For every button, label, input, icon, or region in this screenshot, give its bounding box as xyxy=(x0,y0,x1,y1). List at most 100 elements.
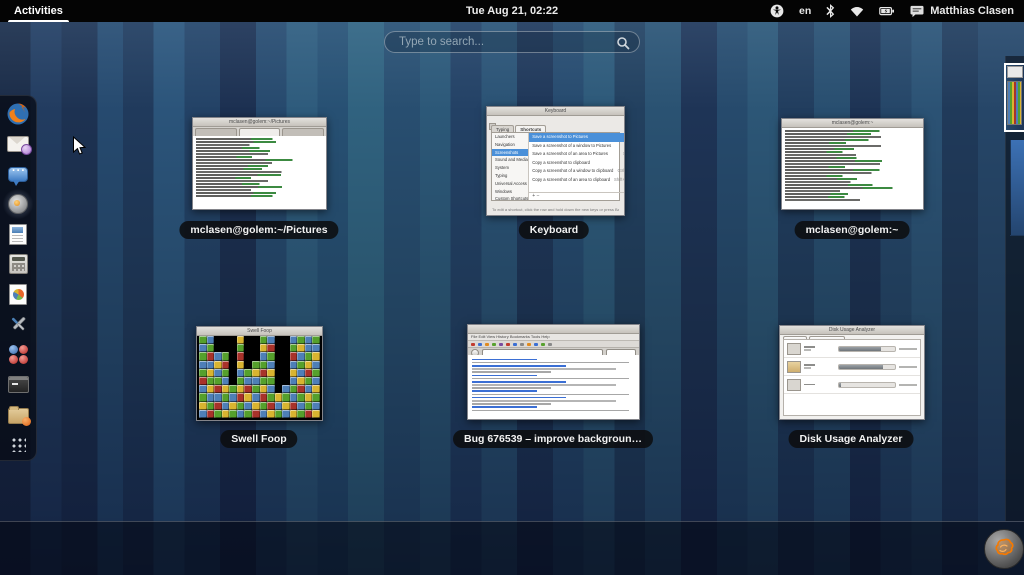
window-firefox-bugzilla[interactable]: File Edit View History Bookmarks Tools H… xyxy=(467,324,640,420)
empathy-chat-icon xyxy=(8,165,28,186)
folder-icon xyxy=(7,405,31,426)
rhythmbox-icon xyxy=(8,194,28,214)
terminal-icon xyxy=(7,375,29,393)
workspace-thumbnail-active[interactable] xyxy=(1004,63,1024,132)
size-text xyxy=(899,365,917,368)
shortcut-row[interactable]: Save a screenshot of an area to Pictures… xyxy=(529,150,624,159)
volume-row[interactable] xyxy=(784,358,920,376)
category-item[interactable]: Launchers xyxy=(492,133,528,141)
window-title-label: mclasen@golem:~ xyxy=(794,221,910,239)
window-titlebar: Disk Usage Analyzer xyxy=(780,326,924,335)
usage-bar xyxy=(838,381,896,388)
writer-document-icon xyxy=(9,223,27,245)
window-title-label: Swell Foop xyxy=(220,430,298,448)
top-bar: Activities Tue Aug 21, 02:22 en Matthias… xyxy=(0,0,1024,22)
activities-button[interactable]: Activities xyxy=(8,0,69,22)
message-tray-notification-button[interactable] xyxy=(984,529,1024,569)
dock-item-swell-foop[interactable] xyxy=(5,342,31,366)
computer-icon xyxy=(787,342,801,355)
search-icon xyxy=(617,37,630,50)
dock-item-files[interactable] xyxy=(5,402,31,426)
window-terminal-pictures[interactable]: mclasen@golem:~/Pictures xyxy=(192,117,327,210)
accessibility-icon[interactable] xyxy=(770,4,784,18)
dock-item-evolution[interactable] xyxy=(5,132,32,156)
mini-game-window xyxy=(1007,81,1022,125)
flame-creature-icon xyxy=(995,538,1014,556)
workspace-thumbnail-2[interactable] xyxy=(1010,139,1024,236)
shortcut-categories-list: Launchers Navigation Screenshots Sound a… xyxy=(492,133,530,203)
system-status-area: en Matthias Clasen xyxy=(770,4,1024,18)
window-titlebar: mclasen@golem:~/Pictures xyxy=(193,118,326,127)
tools-icon xyxy=(11,316,26,331)
disk-usage-pie-icon xyxy=(9,283,27,305)
battery-icon[interactable] xyxy=(879,5,895,17)
drive-icon xyxy=(787,378,801,391)
window-title-label: Disk Usage Analyzer xyxy=(788,430,914,448)
search-placeholder: Type to search... xyxy=(399,36,485,48)
keyboard-shortcuts-panel: Launchers Navigation Screenshots Sound a… xyxy=(491,132,624,203)
app-grid-icon xyxy=(10,436,26,452)
shortcut-row[interactable]: Save a screenshot of a window to Picture… xyxy=(529,142,624,151)
dock-item-tweak-tool[interactable] xyxy=(5,312,31,336)
browser-bookmarks-bar xyxy=(468,341,639,348)
search-bar[interactable]: Type to search... xyxy=(384,31,640,53)
wifi-icon[interactable] xyxy=(850,5,864,17)
shortcut-row[interactable]: Copy a screenshot of a window to clipboa… xyxy=(529,167,624,176)
wallpaper xyxy=(0,22,1024,575)
evolution-icon xyxy=(7,136,32,155)
window-titlebar: Keyboard xyxy=(487,107,624,116)
volume-list xyxy=(783,339,921,416)
dock-item-rhythmbox[interactable] xyxy=(2,189,34,219)
size-text xyxy=(899,347,917,350)
activities-label: Activities xyxy=(14,5,63,17)
window-title-label: Bug 676539 – improve backgroun… xyxy=(453,430,653,448)
volume-row[interactable] xyxy=(784,340,920,358)
window-swell-foop[interactable]: Swell Foop xyxy=(196,326,323,421)
usage-bar xyxy=(838,345,896,352)
dock-item-empathy[interactable] xyxy=(5,162,31,186)
user-menu[interactable]: Matthias Clasen xyxy=(910,5,1014,18)
dash-dock xyxy=(0,95,37,461)
keyboard-layout-indicator[interactable]: en xyxy=(799,5,811,17)
window-terminal-home[interactable]: mclasen@golem:~ xyxy=(781,118,924,210)
window-titlebar xyxy=(468,325,639,334)
user-name: Matthias Clasen xyxy=(930,5,1014,17)
wallpaper-shade xyxy=(0,22,1024,575)
bugzilla-page-content xyxy=(468,355,639,419)
category-item[interactable]: Custom Shortcuts xyxy=(492,195,528,203)
game-board xyxy=(199,336,320,418)
clock[interactable]: Tue Aug 21, 02:22 xyxy=(466,5,558,17)
add-remove-shortcut-buttons[interactable]: + − xyxy=(529,192,624,200)
terminal-output xyxy=(193,136,326,209)
usage-bar xyxy=(838,363,896,370)
shortcut-row-selected[interactable]: Save a screenshot to PicturesPrint xyxy=(529,133,624,142)
category-item[interactable]: Navigation xyxy=(492,141,528,149)
category-item-selected[interactable]: Screenshots xyxy=(492,148,529,157)
window-title-label: mclasen@golem:~/Pictures xyxy=(179,221,339,239)
home-folder-icon xyxy=(787,360,801,373)
window-titlebar: Swell Foop xyxy=(197,327,322,336)
shortcut-edit-hint: To edit a shortcut, click the row and ho… xyxy=(492,207,619,212)
window-keyboard-settings[interactable]: Keyboard Typing Shortcuts Launchers Navi… xyxy=(486,106,625,216)
dock-item-calculator[interactable] xyxy=(5,252,31,276)
volume-row[interactable] xyxy=(784,376,920,394)
category-item[interactable]: Sound and Media xyxy=(492,156,528,164)
bluetooth-icon[interactable] xyxy=(826,4,835,18)
dock-item-terminal[interactable] xyxy=(5,372,31,396)
keyboard-window-icon-row xyxy=(487,116,624,130)
dock-item-firefox[interactable] xyxy=(5,102,31,126)
window-titlebar: mclasen@golem:~ xyxy=(782,119,923,128)
show-applications-button[interactable] xyxy=(5,432,31,456)
dock-item-disk-usage-analyzer[interactable] xyxy=(5,282,31,306)
gnome-shell-overview: Activities Tue Aug 21, 02:22 en Matthias… xyxy=(0,0,1024,575)
window-disk-usage-analyzer[interactable]: Disk Usage Analyzer xyxy=(779,325,925,420)
category-item[interactable]: Universal Access xyxy=(492,180,528,188)
chat-icon xyxy=(910,5,924,18)
dock-item-libreoffice-writer[interactable] xyxy=(5,222,31,246)
window-title-label: Keyboard xyxy=(518,221,590,239)
category-item[interactable]: System xyxy=(492,164,528,172)
category-item[interactable]: Windows xyxy=(492,188,528,196)
category-item[interactable]: Typing xyxy=(492,172,528,180)
shortcut-row[interactable]: Copy a screenshot of an area to clipboar… xyxy=(529,176,624,185)
shortcut-row[interactable]: Copy a screenshot to clipboardCtrl+Print xyxy=(529,159,624,168)
